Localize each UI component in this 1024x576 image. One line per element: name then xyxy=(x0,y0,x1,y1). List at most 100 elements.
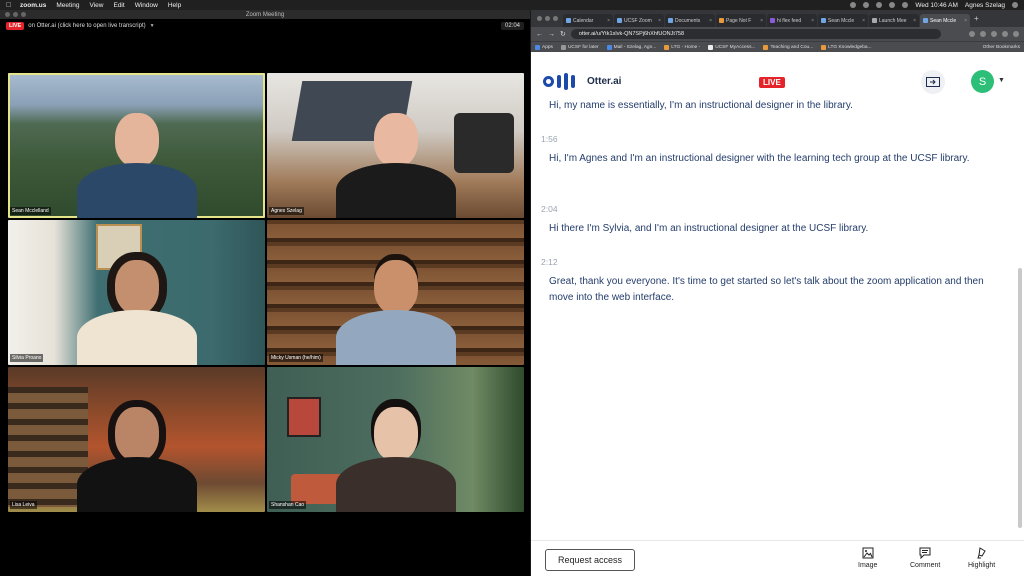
url-input[interactable]: otter.ai/u/Ytk1sIvk-QN7SPj6hXhfUONJt758 xyxy=(570,29,941,39)
tab-label: hi flex feed xyxy=(777,17,802,24)
browser-tab[interactable]: hi flex feed × xyxy=(767,14,817,27)
browser-tab[interactable]: Launch Mee × xyxy=(869,14,919,27)
back-icon[interactable]: ← xyxy=(536,31,543,38)
battery-icon[interactable] xyxy=(902,2,909,8)
segment-timestamp[interactable]: 2:12 xyxy=(541,257,558,267)
minimize-window-button[interactable] xyxy=(545,16,550,21)
profile-icon[interactable] xyxy=(1002,31,1008,37)
browser-tab[interactable]: UCSF Zoom × xyxy=(614,14,664,27)
tab-label: Sean Mccle xyxy=(828,17,855,24)
close-tab-icon[interactable]: × xyxy=(811,18,814,24)
menu-window[interactable]: Window xyxy=(135,2,158,9)
chevron-down-icon[interactable]: ▼ xyxy=(150,23,155,29)
chevron-down-icon[interactable]: ▼ xyxy=(998,77,1005,84)
favicon-icon xyxy=(719,18,724,23)
menu-icon[interactable] xyxy=(1013,31,1019,37)
request-access-button[interactable]: Request access xyxy=(545,549,635,571)
zoom-topbar: LIVE on Otter.ai (click here to open liv… xyxy=(0,19,530,33)
video-tile[interactable]: Sean Mcclelland xyxy=(8,73,265,218)
extension-icon[interactable] xyxy=(980,31,986,37)
apple-icon[interactable]:  xyxy=(6,2,13,9)
segment-timestamp[interactable]: 2:04 xyxy=(541,204,558,214)
maximize-window-button[interactable] xyxy=(21,12,26,17)
maximize-window-button[interactable] xyxy=(553,16,558,21)
video-tile[interactable]: Shanshan Cao xyxy=(267,367,524,512)
participant-name: Lisa Leiva xyxy=(10,501,37,509)
brand-name[interactable]: Otter.ai xyxy=(587,76,621,87)
folder-icon xyxy=(560,44,566,50)
bookmark-label: Mail - Szelag, Agn... xyxy=(613,44,657,50)
browser-tab[interactable]: Sean Mccle × xyxy=(818,14,868,27)
clock[interactable]: Wed 10:46 AM xyxy=(915,2,958,9)
segment-text[interactable]: Hi, I'm Agnes and I'm an instructional d… xyxy=(549,151,999,167)
bookmark-icon xyxy=(708,44,714,50)
avatar[interactable]: S xyxy=(971,70,994,93)
segment-timestamp[interactable]: 1:56 xyxy=(541,134,558,144)
browser-tab-active[interactable]: Sean Mccle × xyxy=(920,14,970,27)
highlight-button[interactable]: Highlight xyxy=(968,547,995,569)
browser-tab[interactable]: Documents × xyxy=(665,14,715,27)
other-bookmarks[interactable]: Other Bookmarks xyxy=(983,45,1020,50)
bookmark-item[interactable]: Mail - Szelag, Agn... xyxy=(606,44,657,50)
close-tab-icon[interactable]: × xyxy=(913,18,916,24)
status-area: Wed 10:46 AM Agnes Szelag xyxy=(850,2,1018,9)
status-icon[interactable] xyxy=(863,2,870,8)
close-tab-icon[interactable]: × xyxy=(658,18,661,24)
bookmark-item[interactable]: LTG - Home - xyxy=(664,44,700,50)
bookmark-item[interactable]: Apps xyxy=(535,44,553,50)
extension-icon[interactable] xyxy=(991,31,997,37)
close-window-button[interactable] xyxy=(5,12,10,17)
otter-logo-icon[interactable] xyxy=(543,72,575,90)
video-tile[interactable]: Silvia Proano xyxy=(8,220,265,365)
browser-tab[interactable]: Calendar × xyxy=(563,14,613,27)
participant-video xyxy=(335,260,456,365)
new-tab-icon[interactable]: + xyxy=(974,14,979,23)
window-controls xyxy=(5,12,26,17)
status-icon[interactable] xyxy=(850,2,857,8)
segment-text[interactable]: Hi there I'm Sylvia, and I'm an instruct… xyxy=(549,221,999,237)
window-title: Zoom Meeting xyxy=(245,11,285,18)
menu-help[interactable]: Help xyxy=(168,2,181,9)
close-window-button[interactable] xyxy=(537,16,542,21)
browser-tab[interactable]: Page Not F × xyxy=(716,14,766,27)
live-badge[interactable]: LIVE xyxy=(6,22,25,30)
close-tab-icon[interactable]: × xyxy=(862,18,865,24)
video-tile[interactable]: Micky Usman (he/him) xyxy=(267,220,524,365)
reload-icon[interactable]: ↻ xyxy=(560,30,566,38)
recording-timer: 02:04 xyxy=(500,22,524,30)
segment-text[interactable]: Hi, my name is essentially, I'm an instr… xyxy=(549,100,999,114)
video-tile[interactable]: Agnes Szelag xyxy=(267,73,524,218)
minimize-window-button[interactable] xyxy=(13,12,18,17)
favicon-icon xyxy=(668,18,673,23)
present-icon[interactable] xyxy=(921,70,945,94)
scrollbar[interactable] xyxy=(1018,268,1022,528)
bookmark-item[interactable]: Teaching and Cou... xyxy=(763,44,813,50)
wifi-icon[interactable] xyxy=(889,2,896,8)
bookmark-item[interactable]: UCSF MyAccess... xyxy=(708,44,755,50)
bookmark-item[interactable]: UCSF for later xyxy=(560,44,599,50)
star-icon[interactable] xyxy=(969,31,975,37)
close-tab-icon[interactable]: × xyxy=(964,18,967,24)
bookmark-item[interactable]: LTG Knowledgeba... xyxy=(821,44,872,50)
otter-transcript-link[interactable]: on Otter.ai (click here to open live tra… xyxy=(28,23,145,29)
user-name[interactable]: Agnes Szelag xyxy=(965,2,1005,9)
participant-name: Shanshan Cao xyxy=(269,501,307,509)
search-icon[interactable] xyxy=(1012,2,1018,8)
comment-button[interactable]: Comment xyxy=(910,547,940,569)
participant-video xyxy=(335,407,456,512)
video-tile[interactable]: Lisa Leiva xyxy=(8,367,265,512)
status-icon[interactable] xyxy=(876,2,883,8)
menu-edit[interactable]: Edit xyxy=(113,2,124,9)
highlight-icon xyxy=(976,547,986,559)
participant-name: Micky Usman (he/him) xyxy=(269,354,323,362)
forward-icon[interactable]: → xyxy=(548,31,555,38)
close-tab-icon[interactable]: × xyxy=(760,18,763,24)
menu-zoom[interactable]: zoom.us xyxy=(20,2,46,9)
menu-meeting[interactable]: Meeting xyxy=(56,2,79,9)
close-tab-icon[interactable]: × xyxy=(607,18,610,24)
segment-text[interactable]: Great, thank you everyone. It's time to … xyxy=(549,274,999,305)
transcript-panel: Hi, my name is essentially, I'm an instr… xyxy=(531,100,1017,550)
close-tab-icon[interactable]: × xyxy=(709,18,712,24)
menu-view[interactable]: View xyxy=(90,2,104,9)
image-button[interactable]: Image xyxy=(858,547,877,569)
